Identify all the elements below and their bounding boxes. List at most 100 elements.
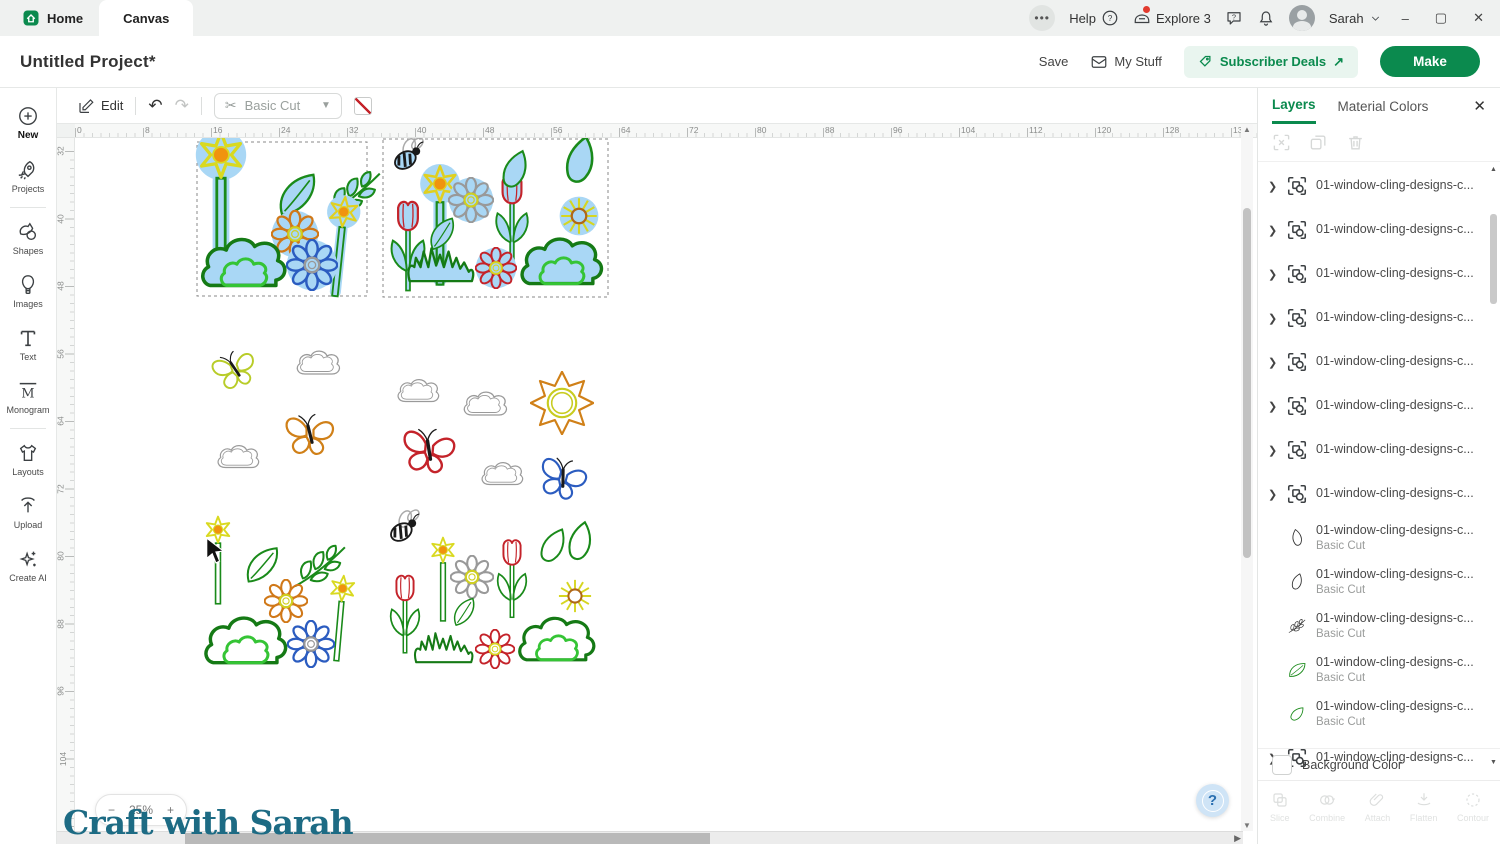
canvas-shape-branch[interactable]	[295, 546, 345, 586]
flatten-button[interactable]: Flatten	[1410, 791, 1438, 823]
canvas-shape-leaf[interactable]	[450, 598, 479, 625]
more-options-button[interactable]: •••	[1029, 5, 1055, 31]
contour-button[interactable]: Contour	[1457, 791, 1489, 823]
canvas-shape-cloud[interactable]	[218, 446, 259, 468]
sidebar-item-new[interactable]: New	[0, 96, 56, 150]
undo-button[interactable]: ↶	[148, 96, 162, 116]
canvas-shape-butterfly[interactable]	[402, 427, 456, 474]
canvas-shape-daisy8[interactable]	[476, 630, 515, 669]
project-title[interactable]: Untitled Project*	[20, 52, 156, 72]
user-menu[interactable]: Sarah	[1329, 11, 1382, 26]
canvas-shape-daisy8[interactable]	[287, 240, 337, 290]
canvas-shape-butterfly[interactable]	[287, 415, 333, 454]
canvas-shape-butterfly[interactable]	[536, 454, 589, 503]
canvas-shape-daisy8[interactable]	[449, 178, 494, 223]
expand-chevron-icon[interactable]: ❯	[1268, 488, 1278, 501]
expand-chevron-icon[interactable]: ❯	[1268, 268, 1278, 281]
canvas-shape-cloud[interactable]	[482, 463, 523, 485]
canvas-shape-cloud[interactable]	[398, 380, 439, 402]
tab-material-colors[interactable]: Material Colors	[1338, 90, 1429, 123]
canvas-shape-leaf[interactable]	[244, 548, 282, 582]
layer-row[interactable]: ❯01-window-cling-designs-c...	[1258, 296, 1500, 340]
background-color-swatch[interactable]	[1272, 755, 1292, 775]
design-canvas[interactable]	[75, 138, 1240, 830]
canvas-shape-daffodil[interactable]	[429, 536, 457, 622]
subscriber-deals-button[interactable]: Subscriber Deals ↗	[1184, 46, 1358, 78]
layer-row[interactable]: 01-window-cling-designs-c...Basic Cut	[1258, 604, 1500, 648]
canvas-shape-dandelion[interactable]	[557, 578, 592, 613]
canvas-shape-tulip[interactable]	[391, 576, 420, 653]
canvas-shape-grass[interactable]	[415, 633, 472, 662]
canvas-shape-sun[interactable]	[531, 372, 594, 435]
canvas-shape-bee[interactable]	[389, 138, 430, 173]
layer-row[interactable]: 01-window-cling-designs-c...Basic Cut	[1258, 516, 1500, 560]
canvas-shape-petal[interactable]	[500, 148, 530, 190]
select-all-icon[interactable]	[1272, 133, 1291, 152]
layer-row[interactable]: ❯01-window-cling-designs-c...	[1258, 384, 1500, 428]
layer-row[interactable]: ❯01-window-cling-designs-c...	[1258, 472, 1500, 516]
expand-chevron-icon[interactable]: ❯	[1268, 180, 1278, 193]
no-fill-color-swatch[interactable]	[354, 97, 372, 115]
canvas-shape-bee[interactable]	[385, 506, 426, 545]
canvas-shape-cloud[interactable]	[297, 351, 339, 374]
expand-chevron-icon[interactable]: ❯	[1268, 312, 1278, 325]
tab-canvas[interactable]: Canvas	[99, 0, 193, 36]
canvas-shape-leaf[interactable]	[426, 218, 460, 249]
duplicate-icon[interactable]	[1309, 133, 1328, 152]
edit-button[interactable]: Edit	[77, 97, 123, 115]
scroll-right-arrow[interactable]: ▶	[1234, 833, 1241, 844]
my-stuff-button[interactable]: My Stuff	[1090, 53, 1161, 71]
vertical-scroll-thumb[interactable]	[1243, 208, 1251, 558]
help-fab-button[interactable]: ?	[1196, 784, 1229, 817]
canvas-shape-daisy8[interactable]	[288, 621, 335, 668]
sidebar-item-upload[interactable]: Upload	[0, 486, 56, 539]
canvas-shape-leaf[interactable]	[275, 175, 320, 215]
layer-row[interactable]: 01-window-cling-designs-c...Basic Cut	[1258, 692, 1500, 736]
tab-home[interactable]: Home	[6, 0, 99, 36]
combine-button[interactable]: Combine	[1309, 791, 1345, 823]
scroll-up-arrow[interactable]: ▲	[1241, 125, 1253, 134]
sidebar-item-images[interactable]: Images	[0, 265, 56, 318]
canvas-shape-petal[interactable]	[538, 525, 569, 564]
canvas-shape-petal[interactable]	[567, 520, 593, 560]
delete-trash-icon[interactable]	[1346, 133, 1365, 152]
linetype-dropdown[interactable]: ✂ Basic Cut ▼	[214, 93, 342, 119]
notifications-bell-icon[interactable]	[1257, 9, 1275, 27]
canvas-vertical-scrollbar[interactable]: ▲ ▼	[1241, 124, 1253, 831]
canvas-shape-tulip[interactable]	[498, 540, 527, 617]
window-close-button[interactable]: ✕	[1467, 10, 1490, 26]
save-button[interactable]: Save	[1039, 54, 1069, 69]
canvas-shape-daisy8[interactable]	[476, 248, 517, 289]
feedback-chat-icon[interactable]: ?	[1225, 9, 1243, 27]
background-color-row[interactable]: Background Color	[1258, 748, 1500, 780]
slice-button[interactable]: Slice	[1270, 791, 1290, 823]
expand-chevron-icon[interactable]: ❯	[1268, 444, 1278, 457]
scroll-down-arrow[interactable]: ▼	[1241, 821, 1253, 830]
layer-row[interactable]: ❯01-window-cling-designs-c...	[1258, 340, 1500, 384]
layer-row[interactable]: ❯01-window-cling-designs-c...	[1258, 252, 1500, 296]
machine-select-button[interactable]: Explore 3	[1133, 9, 1211, 27]
layer-row[interactable]: 01-window-cling-designs-c...Basic Cut	[1258, 560, 1500, 604]
canvas-shape-daisy8[interactable]	[265, 580, 308, 623]
canvas-shape-petal[interactable]	[565, 138, 597, 184]
canvas-shape-bush[interactable]	[206, 618, 286, 663]
sidebar-item-create-ai[interactable]: Create AI	[0, 539, 56, 592]
canvas-shape-bush[interactable]	[522, 239, 601, 283]
sidebar-item-shapes[interactable]: Shapes	[0, 212, 56, 265]
sidebar-item-monogram[interactable]: M Monogram	[0, 371, 56, 424]
attach-button[interactable]: Attach	[1365, 791, 1391, 823]
panel-scrollbar[interactable]: ▲ ▼	[1489, 166, 1498, 766]
help-button[interactable]: Help ?	[1069, 9, 1119, 27]
layer-row[interactable]: ❯01-window-cling-designs-c...	[1258, 428, 1500, 472]
sidebar-item-projects[interactable]: Projects	[0, 150, 56, 203]
expand-chevron-icon[interactable]: ❯	[1268, 356, 1278, 369]
panel-scroll-thumb[interactable]	[1490, 214, 1497, 304]
expand-chevron-icon[interactable]: ❯	[1268, 224, 1278, 237]
make-button[interactable]: Make	[1380, 46, 1480, 77]
canvas-shape-bush[interactable]	[520, 618, 594, 660]
window-maximize-button[interactable]: ▢	[1429, 10, 1453, 26]
expand-chevron-icon[interactable]: ❯	[1268, 400, 1278, 413]
redo-button[interactable]: ↷	[175, 96, 189, 116]
user-avatar[interactable]	[1289, 5, 1315, 31]
layer-row[interactable]: ❯01-window-cling-designs-c...	[1258, 164, 1500, 208]
